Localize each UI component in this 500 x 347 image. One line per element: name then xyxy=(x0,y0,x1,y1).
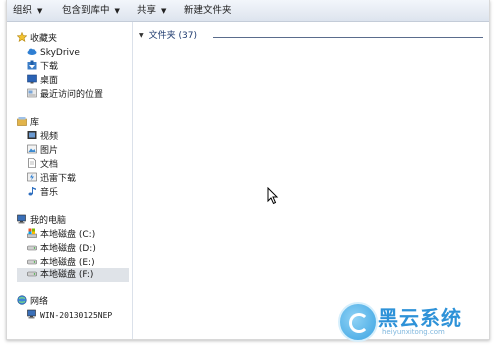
nav-item-label: 本地磁盘 (D:) xyxy=(40,244,96,254)
nav-computer-label: 我的电脑 xyxy=(30,216,67,226)
chevron-down-icon: ▼ xyxy=(37,7,43,15)
organize-menu-button[interactable]: 组织 ▼ xyxy=(13,5,42,17)
nav-item-label: 本地磁盘 (E:) xyxy=(40,258,95,268)
star-icon xyxy=(17,32,27,42)
nav-item-recent-places[interactable]: 最近访问的位置 xyxy=(27,88,103,101)
nav-item-label: 最近访问的位置 xyxy=(40,90,104,100)
computer-icon xyxy=(17,214,26,224)
nav-item-label: SkyDrive xyxy=(40,48,80,58)
chevron-down-icon: ▼ xyxy=(114,7,120,15)
document-icon xyxy=(28,158,36,168)
file-list[interactable]: ▼ 文件夹 (37) xyxy=(133,22,489,339)
nav-favorites-label: 收藏夹 xyxy=(30,34,58,44)
nav-item-drive-c[interactable]: 本地磁盘 (C:) xyxy=(27,228,95,241)
explorer-window: 组织 ▼ 包含到库中 ▼ 共享 ▼ 新建文件夹 收藏夹 SkyDrive 下载 桌面 … xyxy=(6,0,490,340)
share-label: 共享 xyxy=(137,5,157,16)
include-in-library-button[interactable]: 包含到库中 ▼ xyxy=(62,5,120,17)
nav-item-label: 迅雷下载 xyxy=(40,174,77,184)
library-icon xyxy=(17,117,27,126)
network-icon xyxy=(17,295,27,305)
mouse-pointer-icon xyxy=(267,187,279,205)
watermark-text: 黑云系统 xyxy=(378,306,462,330)
nav-libraries-label: 库 xyxy=(30,118,40,128)
command-bar: 组织 ▼ 包含到库中 ▼ 共享 ▼ 新建文件夹 xyxy=(7,0,489,22)
nav-network[interactable]: 网络 xyxy=(17,295,48,308)
computer-icon xyxy=(27,309,36,319)
nav-item-label: 文档 xyxy=(40,160,59,170)
thunder-downloads-icon xyxy=(27,172,37,182)
include-in-library-label: 包含到库中 xyxy=(62,5,110,16)
desktop-icon xyxy=(27,74,37,84)
recent-places-icon xyxy=(27,88,37,98)
nav-item-label: 本地磁盘 (C:) xyxy=(40,230,96,240)
nav-item-documents[interactable]: 文档 xyxy=(27,158,58,171)
watermark: 黑云系统 heiyunxitong.com xyxy=(338,302,488,342)
new-folder-label: 新建文件夹 xyxy=(184,5,232,16)
nav-favorites[interactable]: 收藏夹 xyxy=(17,32,57,45)
nav-item-videos[interactable]: 视频 xyxy=(27,130,58,143)
nav-libraries[interactable]: 库 xyxy=(17,116,39,129)
nav-item-thunder-downloads[interactable]: 迅雷下载 xyxy=(27,172,76,185)
video-icon xyxy=(27,131,37,139)
nav-item-label: WIN-20130125NEP xyxy=(40,311,113,320)
collapse-triangle-icon: ▼ xyxy=(139,32,144,39)
cloud-icon xyxy=(27,48,37,55)
nav-item-skydrive[interactable]: SkyDrive xyxy=(27,46,80,59)
group-divider xyxy=(213,37,483,38)
nav-item-network-computer[interactable]: WIN-20130125NEP xyxy=(27,309,112,322)
nav-item-music[interactable]: 音乐 xyxy=(27,186,58,199)
watermark-url: heiyunxitong.com xyxy=(382,328,445,336)
nav-computer[interactable]: 我的电脑 xyxy=(17,214,66,227)
nav-item-desktop[interactable]: 桌面 xyxy=(27,74,58,87)
nav-item-label: 本地磁盘 (F:) xyxy=(40,270,94,280)
watermark-logo-icon xyxy=(338,302,378,342)
pictures-icon xyxy=(27,144,37,154)
hard-drive-icon xyxy=(27,271,37,277)
nav-item-pictures[interactable]: 图片 xyxy=(27,144,58,157)
nav-item-drive-f[interactable]: 本地磁盘 (F:) xyxy=(17,268,129,282)
nav-item-label: 视频 xyxy=(40,132,59,142)
share-button[interactable]: 共享 ▼ xyxy=(137,5,166,17)
group-header-folders[interactable]: ▼ 文件夹 (37) xyxy=(139,30,197,42)
nav-item-label: 图片 xyxy=(40,146,59,156)
hard-drive-icon xyxy=(27,245,37,251)
navigation-pane: 收藏夹 SkyDrive 下载 桌面 最近访问的位置 库 视频 图片 文档 迅雷… xyxy=(7,22,133,339)
system-drive-icon xyxy=(27,228,37,238)
organize-label: 组织 xyxy=(13,5,33,16)
nav-item-label: 桌面 xyxy=(40,76,59,86)
group-header-label: 文件夹 (37) xyxy=(148,31,197,41)
downloads-folder-icon xyxy=(27,60,37,70)
music-note-icon xyxy=(28,187,36,196)
nav-item-drive-d[interactable]: 本地磁盘 (D:) xyxy=(27,242,96,255)
new-folder-button[interactable]: 新建文件夹 xyxy=(184,5,232,17)
nav-item-label: 下载 xyxy=(40,62,59,72)
hard-drive-icon xyxy=(27,259,37,265)
nav-item-label: 音乐 xyxy=(40,188,59,198)
nav-item-downloads[interactable]: 下载 xyxy=(27,60,58,73)
chevron-down-icon: ▼ xyxy=(161,7,167,15)
nav-network-label: 网络 xyxy=(30,297,49,307)
